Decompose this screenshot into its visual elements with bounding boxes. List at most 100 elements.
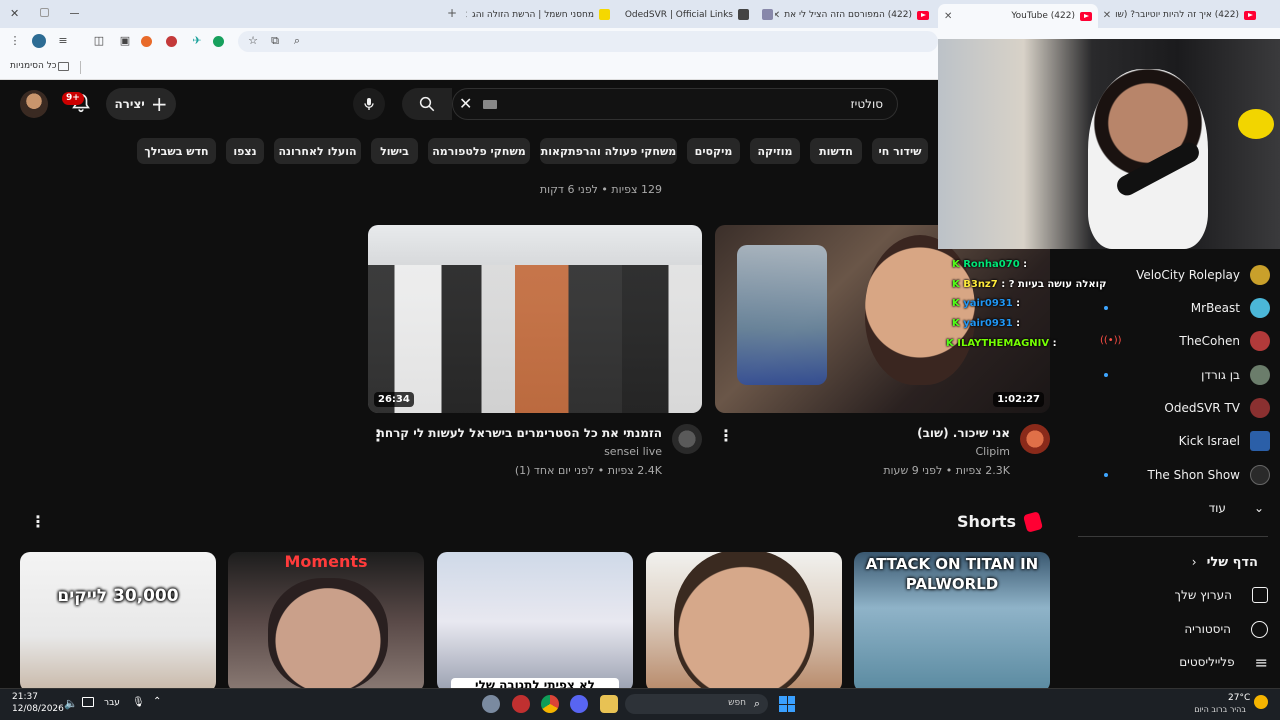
chip-news[interactable]: חדשות <box>810 138 862 164</box>
new-content-dot <box>1104 473 1108 477</box>
short-thumbnail[interactable]: Moments <box>228 552 424 692</box>
sidebar-subscription[interactable]: VeloCity Roleplay <box>1080 260 1270 290</box>
short-thumbnail[interactable]: לא צפיתי לתגובה שלי <box>437 552 633 692</box>
short-thumbnail[interactable]: 30,000 לייקים <box>20 552 216 692</box>
taskbar-date: 12/08/2026 <box>12 704 64 714</box>
media-control-icon[interactable]: ≡ <box>56 34 70 48</box>
settings-app-icon[interactable] <box>482 695 500 713</box>
extension-green-icon[interactable] <box>213 36 224 47</box>
sidebar-subscription[interactable]: The Shon Show <box>1080 460 1270 490</box>
chat-separator: : <box>997 279 1009 290</box>
bookmark-star-icon[interactable]: ☆ <box>246 34 260 48</box>
profile-icon[interactable] <box>32 34 46 48</box>
sidebar-item-history[interactable]: היסטוריה <box>1080 614 1270 644</box>
voice-search-button[interactable] <box>353 88 385 120</box>
clear-search-icon[interactable]: ✕ <box>459 94 472 113</box>
sidebar-item-your-channel[interactable]: הערוץ שלך <box>1080 580 1270 610</box>
tray-overflow-icon[interactable]: ⌃ <box>153 696 161 707</box>
video-menu-icon[interactable]: ⋮ <box>370 426 386 445</box>
sidebar-subscription[interactable]: OdedSVR TV <box>1080 393 1270 423</box>
chip-platformers[interactable]: משחקי פלטפורמה <box>428 138 530 164</box>
video-menu-icon[interactable]: ⋮ <box>718 426 734 445</box>
chrome-icon[interactable] <box>541 695 559 713</box>
browser-menu-icon[interactable]: ⋮ <box>8 34 22 48</box>
kick-badge-icon: K <box>952 259 964 270</box>
discord-icon[interactable] <box>570 695 588 713</box>
tab-close-icon[interactable]: ✕ <box>466 10 472 21</box>
window-restore-icon[interactable] <box>40 8 49 17</box>
file-explorer-icon[interactable] <box>600 695 618 713</box>
sidebar-item-label: פלייליסטים <box>1179 655 1235 669</box>
video-title[interactable]: אני שיכור. (שוב) <box>780 426 1010 440</box>
app-red-icon[interactable] <box>512 695 530 713</box>
taskbar-search-box[interactable]: ⌕ חפש <box>625 694 768 714</box>
sidebar-item-playlists[interactable]: פלייליסטים ≡ <box>1080 647 1270 677</box>
webcam-overlay <box>938 39 1280 249</box>
chip-action-adventure[interactable]: משחקי פעולה והרפתקאות <box>540 138 677 164</box>
sidebar-subscription[interactable]: בן גורדן <box>1080 360 1270 390</box>
yt-avatar[interactable] <box>20 90 48 118</box>
short-thumbnail[interactable]: ATTACK ON TITAN IN PALWORLD <box>854 552 1050 692</box>
chat-message: K B3nz7 : ? קואלה עושה בעיות <box>952 279 1106 290</box>
search-button[interactable] <box>402 88 452 120</box>
network-icon[interactable] <box>82 697 94 707</box>
extensions-icon[interactable]: ◫ <box>92 34 106 48</box>
chip-music[interactable]: מוזיקה <box>750 138 800 164</box>
shorts-logo-icon <box>1022 511 1044 533</box>
extension-icon[interactable]: ▣ <box>118 34 132 48</box>
mic-tray-icon[interactable]: 🎙 <box>132 697 145 708</box>
all-bookmarks-label[interactable]: כל הסימניות <box>10 61 57 71</box>
chip-mixes[interactable]: מיקסים <box>687 138 740 164</box>
create-button[interactable]: + יצירה <box>106 88 176 120</box>
prev-video-meta: 129 צפיות • לפני 6 דקות <box>539 183 662 196</box>
new-tab-button[interactable]: + <box>447 6 457 20</box>
channel-avatar[interactable] <box>672 424 702 454</box>
extension-teal-icon[interactable]: ✈ <box>190 34 204 48</box>
chip-new-for-you[interactable]: חדש בשבילך <box>137 138 216 164</box>
bookmarks-folder-icon[interactable] <box>58 62 69 71</box>
window-minimize-icon[interactable] <box>70 13 79 14</box>
weather-temp[interactable]: 27°C <box>1228 693 1250 703</box>
tab-youtube[interactable]: (422) YouTube ✕ <box>938 4 1098 28</box>
taskbar-time: 21:37 <box>12 692 38 702</box>
chip-watched[interactable]: נצפו <box>226 138 264 164</box>
short-thumbnail[interactable] <box>646 552 842 692</box>
tab-shows-youtuber[interactable]: (422) איך זה להיות יוטיובר? (שו ✕ <box>1102 4 1262 26</box>
tab-close-icon[interactable]: ✕ <box>620 10 625 21</box>
zoom-icon[interactable]: ⌕ <box>290 34 304 48</box>
search-input[interactable]: ✕ סולטיז <box>452 88 898 120</box>
weather-desc[interactable]: בהיר ברוב היום <box>1190 705 1246 714</box>
video-channel[interactable]: Clipim <box>800 445 1010 458</box>
tab-electric-store[interactable]: מחסני חשמל | הרשת הזולה והג ✕ <box>466 4 616 26</box>
subscription-name: Kick Israel <box>1178 434 1240 448</box>
tab-other[interactable] <box>758 4 778 26</box>
keyboard-icon[interactable] <box>483 100 497 109</box>
sidebar-subscription[interactable]: MrBeast <box>1080 293 1270 323</box>
channel-avatar <box>1250 265 1270 285</box>
channel-avatar[interactable] <box>1020 424 1050 454</box>
video-title[interactable]: הזמנתי את כל הסטרימרים בישראל לעשות לי ק… <box>377 426 662 440</box>
subscription-name: VeloCity Roleplay <box>1136 268 1240 282</box>
chip-live[interactable]: שידור חי <box>872 138 928 164</box>
tab-famous-saved[interactable]: (422) המפורסם הזה הציל לי את ✕ <box>775 4 935 26</box>
shorts-menu-icon[interactable]: ⋮ <box>30 512 46 531</box>
video-thumbnail[interactable]: 26:34 <box>368 225 702 413</box>
tab-odedsvr-links[interactable]: OdedSVR | Official Links ✕ <box>620 4 755 26</box>
sidebar-you-section[interactable]: › הדף שלי <box>1080 547 1270 577</box>
chip-recently-uploaded[interactable]: הועלו לאחרונה <box>274 138 361 164</box>
extension-red-icon[interactable] <box>166 36 177 47</box>
windows-start-icon[interactable] <box>779 696 795 712</box>
language-indicator[interactable]: עבר <box>104 698 120 708</box>
chip-cooking[interactable]: בישול <box>371 138 418 164</box>
chat-message: K Ronha070 : <box>952 259 1027 270</box>
sidebar-show-more[interactable]: עוד ⌄ <box>1080 493 1270 523</box>
tab-close-icon[interactable]: ✕ <box>1103 10 1115 21</box>
volume-icon[interactable]: 🔈 <box>64 697 78 710</box>
sidebar-subscription[interactable]: Kick Israel <box>1080 426 1270 456</box>
tab-close-icon[interactable]: ✕ <box>944 11 956 22</box>
address-bar[interactable] <box>238 31 938 52</box>
video-channel[interactable]: sensei live <box>450 445 662 458</box>
extension-orange-icon[interactable] <box>141 36 152 47</box>
window-close-icon[interactable]: ✕ <box>10 7 19 20</box>
translate-icon[interactable]: ⧉ <box>268 34 282 48</box>
